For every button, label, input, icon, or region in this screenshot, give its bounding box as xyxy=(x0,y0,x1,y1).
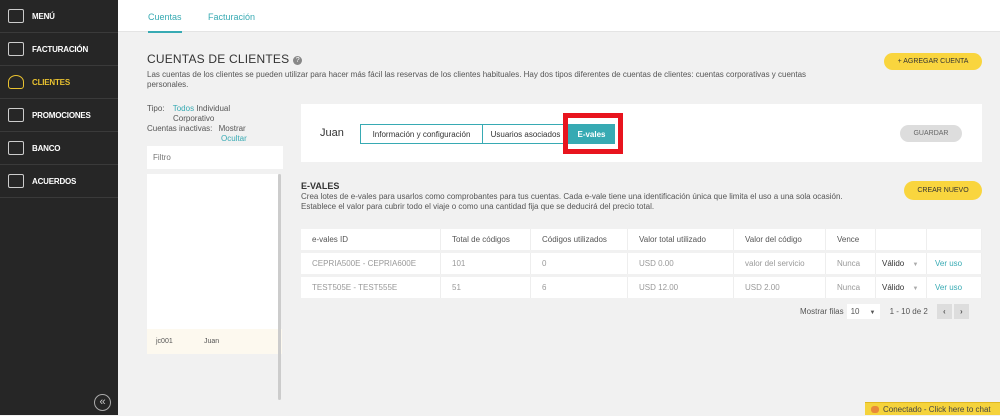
prev-page-icon[interactable]: ‹ xyxy=(936,304,952,319)
view-usage-link[interactable]: Ver uso xyxy=(927,253,982,274)
chevron-down-icon: ▼ xyxy=(912,262,919,268)
status-select[interactable]: Válido ▼ xyxy=(876,253,927,274)
briefcase-icon xyxy=(8,42,24,56)
cell-code-value: USD 2.00 xyxy=(734,277,826,298)
status-value: Válido xyxy=(882,283,905,292)
account-list: jc001 Juan xyxy=(147,174,282,354)
collapse-sidebar-icon[interactable]: « xyxy=(94,394,111,411)
chat-icon xyxy=(871,406,879,413)
account-id: jc001 xyxy=(156,338,173,345)
page-description: Las cuentas de los clientes se pueden ut… xyxy=(147,70,807,89)
type-filter: Tipo: Todos Individual Corporativo Cuent… xyxy=(147,104,282,144)
sidebar-item-promociones[interactable]: PROMOCIONES xyxy=(0,99,118,132)
sidebar-item-clientes[interactable]: CLIENTES xyxy=(0,66,118,99)
label: PROMOCIONES xyxy=(32,110,91,120)
account-card: Juan Información y configuración Usuario… xyxy=(301,104,982,162)
filter-corporativo[interactable]: Corporativo xyxy=(173,114,214,123)
account-name: Juan xyxy=(204,338,220,345)
label: CLIENTES xyxy=(32,77,70,87)
col-used: Códigos utilizados xyxy=(531,229,628,250)
cell-code-value: valor del servicio xyxy=(734,253,826,274)
inactive-label: Cuentas inactivas: xyxy=(147,124,213,133)
bank-icon xyxy=(8,141,24,155)
list-scrollbar[interactable] xyxy=(278,174,281,400)
save-button[interactable]: GUARDAR xyxy=(900,125,962,142)
sidebar-item-banco[interactable]: BANCO xyxy=(0,132,118,165)
col-expires: Vence xyxy=(826,229,876,250)
account-title: Juan xyxy=(320,127,344,139)
col-status xyxy=(876,229,927,250)
label: ACUERDOS xyxy=(32,176,77,186)
view-usage-link[interactable]: Ver uso xyxy=(927,277,982,298)
gift-icon xyxy=(8,108,24,122)
cell-used: 6 xyxy=(531,277,628,298)
page-range: 1 - 10 de 2 xyxy=(889,307,928,316)
cell-total-value: USD 0.00 xyxy=(628,253,734,274)
rows-value: 10 xyxy=(850,307,860,316)
next-page-icon[interactable]: › xyxy=(953,304,969,319)
table-header: e-vales ID Total de códigos Códigos utiliz… xyxy=(301,229,982,250)
col-total-value: Valor total utilizado xyxy=(628,229,734,250)
top-nav: Cuentas Facturación xyxy=(118,0,1000,33)
chat-text: Conectado - Click here to chat xyxy=(883,405,991,414)
status-select[interactable]: Válido ▼ xyxy=(876,277,927,298)
tipo-label: Tipo: xyxy=(147,104,165,113)
list-item[interactable]: jc001 Juan xyxy=(147,329,282,354)
label: FACTURACIÓN xyxy=(32,44,89,54)
filter-individual[interactable]: Individual xyxy=(196,104,230,113)
label: MENÚ xyxy=(32,11,55,21)
tab-info-config[interactable]: Información y configuración xyxy=(360,124,483,144)
evales-table: e-vales ID Total de códigos Códigos utiliz… xyxy=(301,226,982,301)
status-value: Válido xyxy=(882,259,905,268)
tab-cuentas[interactable]: Cuentas xyxy=(148,12,182,33)
col-action xyxy=(927,229,982,250)
rows-label: Mostrar filas xyxy=(800,307,844,316)
cell-id: TEST505E - TEST555E xyxy=(301,277,441,298)
col-total: Total de códigos xyxy=(441,229,531,250)
grid-icon xyxy=(8,9,24,23)
tab-facturacion[interactable]: Facturación xyxy=(208,12,255,22)
col-id: e-vales ID xyxy=(301,229,441,250)
inactive-mostrar[interactable]: Mostrar xyxy=(219,124,246,133)
create-new-button[interactable]: CREAR NUEVO xyxy=(904,181,982,200)
sidebar-item-menu[interactable]: MENÚ xyxy=(0,0,118,33)
evales-description: Crea lotes de e-vales para usarlos como … xyxy=(301,192,843,211)
chevron-down-icon: ▼ xyxy=(869,310,876,316)
evales-title: E-VALES xyxy=(301,181,340,191)
page-title: CUENTAS DE CLIENTES? xyxy=(147,52,303,66)
table-row: TEST505E - TEST555E 51 6 USD 12.00 USD 2.00 N… xyxy=(301,277,982,298)
cell-expires: Nunca xyxy=(826,277,876,298)
cell-total: 51 xyxy=(441,277,531,298)
col-code-value: Valor del código xyxy=(734,229,826,250)
cell-total: 101 xyxy=(441,253,531,274)
cell-used: 0 xyxy=(531,253,628,274)
chevron-down-icon: ▼ xyxy=(912,286,919,292)
filter-input[interactable] xyxy=(147,146,283,169)
add-account-button[interactable]: + AGREGAR CUENTA xyxy=(884,53,982,70)
label: BANCO xyxy=(32,143,61,153)
sidebar: MENÚ FACTURACIÓN CLIENTES PROMOCIONES BA… xyxy=(0,0,118,415)
highlight-box xyxy=(563,113,623,154)
pagination: Mostrar filas 10 ▼ 1 - 10 de 2 ‹ › xyxy=(800,304,969,319)
title-text: CUENTAS DE CLIENTES xyxy=(147,52,290,66)
tab-usuarios[interactable]: Usuarios asociados xyxy=(482,124,569,144)
table-row: CEPRIA500E - CEPRIA600E 101 0 USD 0.00 valor… xyxy=(301,253,982,274)
filter-todos[interactable]: Todos xyxy=(173,104,194,113)
user-icon xyxy=(8,75,24,89)
cell-total-value: USD 12.00 xyxy=(628,277,734,298)
sidebar-item-facturacion[interactable]: FACTURACIÓN xyxy=(0,33,118,66)
rows-select[interactable]: 10 ▼ xyxy=(846,304,880,319)
cell-expires: Nunca xyxy=(826,253,876,274)
inactive-ocultar[interactable]: Ocultar xyxy=(221,134,247,143)
document-icon xyxy=(8,174,24,188)
cell-id: CEPRIA500E - CEPRIA600E xyxy=(301,253,441,274)
sidebar-item-acuerdos[interactable]: ACUERDOS xyxy=(0,165,118,198)
help-icon[interactable]: ? xyxy=(293,56,303,65)
chat-widget[interactable]: Conectado - Click here to chat xyxy=(865,402,1000,415)
